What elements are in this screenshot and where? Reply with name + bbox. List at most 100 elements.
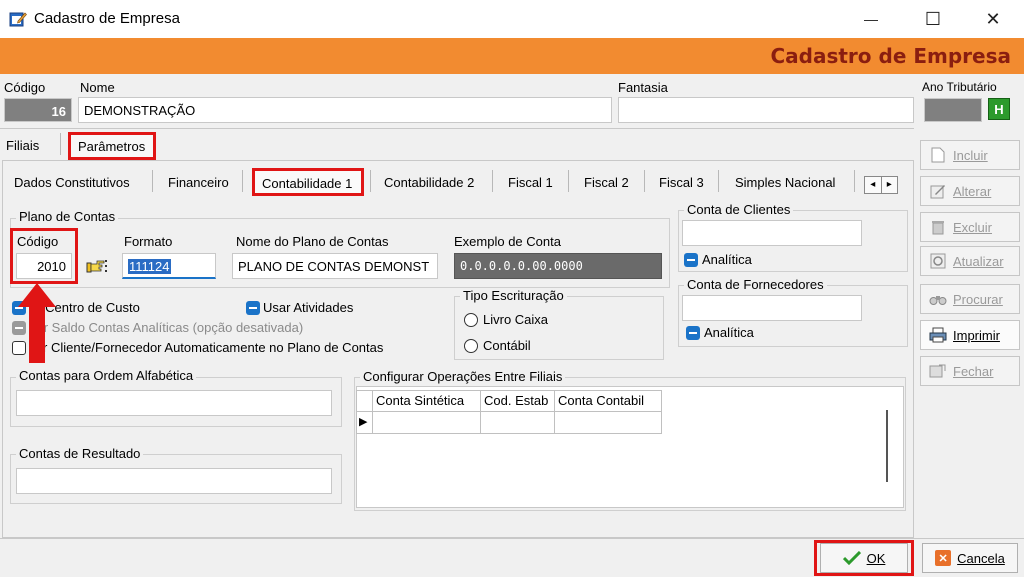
conta-fornecedores-title: Conta de Fornecedores (684, 277, 827, 292)
checkmark-icon (842, 551, 861, 565)
row-indicator-icon: ▶ (359, 416, 368, 428)
bottom-divider (0, 538, 1024, 539)
saldo-label: var Saldo Contas Analíticas (opção desat… (30, 320, 304, 335)
cancela-button[interactable]: ✕ Cancela (922, 543, 1018, 573)
tab-separator (854, 170, 855, 192)
col-conta-sintetica[interactable]: Conta Sintética (376, 393, 464, 408)
maximize-icon: ☐ (924, 8, 942, 29)
codigo-plano-field[interactable]: 2010 (16, 253, 72, 279)
tab-separator (60, 133, 61, 155)
binoculars-icon (929, 290, 947, 308)
nome-plano-label: Nome do Plano de Contas (236, 234, 389, 249)
tab-scroll-left-icon[interactable]: ◂ (865, 177, 882, 193)
tab-separator (718, 170, 719, 192)
contas-resultado-title: Contas de Resultado (16, 446, 144, 461)
tab-contabilidade-2[interactable]: Contabilidade 2 (384, 175, 474, 190)
contas-resultado-field[interactable] (16, 468, 332, 494)
refresh-icon (929, 252, 947, 270)
tab-fiscal-1[interactable]: Fiscal 1 (508, 175, 553, 190)
tab-separator (644, 170, 645, 192)
clientes-analitica-checkbox[interactable] (684, 253, 698, 267)
ano-tributario-field[interactable] (924, 98, 982, 122)
red-arrow-icon (18, 283, 56, 363)
imprimir-button[interactable]: Imprimir (920, 320, 1020, 350)
fornecedores-analitica-label: Analítica (704, 325, 754, 340)
procurar-button[interactable]: Procurar (920, 284, 1020, 314)
minimize-icon: — (864, 11, 878, 27)
tab-scroll-right-icon[interactable]: ▸ (882, 177, 898, 193)
grid-col-line (372, 390, 373, 434)
header-banner: Cadastro de Empresa (0, 38, 1024, 74)
conta-clientes-field[interactable] (682, 220, 862, 246)
lookup-plano-button[interactable] (84, 254, 110, 278)
clientes-analitica-label: Analítica (702, 252, 752, 267)
minimize-button[interactable]: — (848, 0, 894, 38)
tab-contabilidade-1[interactable]: Contabilidade 1 (262, 176, 352, 191)
trash-icon (929, 218, 947, 236)
close-button[interactable]: ✕ (970, 0, 1016, 38)
pointing-hand-icon (86, 260, 107, 273)
tab-separator (492, 170, 493, 192)
tab-filiais[interactable]: Filiais (6, 138, 39, 153)
fornecedores-analitica-checkbox[interactable] (686, 326, 700, 340)
title-bar: Cadastro de Empresa — ☐ ✕ (0, 0, 1024, 38)
codigo-label: Código (4, 80, 46, 95)
codigo-plano-label: Código (17, 234, 59, 249)
tab-financeiro[interactable]: Financeiro (168, 175, 229, 190)
tab-simples-nacional[interactable]: Simples Nacional (735, 175, 835, 190)
tipo-escrituracao-title: Tipo Escrituração (460, 288, 567, 303)
maximize-button[interactable]: ☐ (910, 0, 956, 38)
tab-dados-constitutivos[interactable]: Dados Constitutivos (14, 175, 130, 190)
fechar-button[interactable]: Fechar (920, 356, 1020, 386)
tab-fiscal-2[interactable]: Fiscal 2 (584, 175, 629, 190)
incluir-button[interactable]: Incluir (920, 140, 1020, 170)
tab-separator (568, 170, 569, 192)
edit-pencil-icon (929, 182, 947, 200)
nome-field[interactable]: DEMONSTRAÇÃO (78, 97, 612, 123)
app-edit-icon (9, 12, 27, 27)
grid-col-line (554, 390, 555, 434)
tab-parametros[interactable]: Parâmetros (78, 139, 145, 154)
conta-fornecedores-field[interactable] (682, 295, 862, 321)
grid-scrollbar[interactable] (886, 410, 888, 482)
col-conta-contabil[interactable]: Conta Contabil (558, 393, 644, 408)
tab-separator (152, 170, 153, 192)
plano-contas-title: Plano de Contas (16, 209, 119, 224)
col-cod-estab[interactable]: Cod. Estab (484, 393, 548, 408)
atividades-checkbox[interactable] (246, 301, 260, 315)
ano-tributario-label: Ano Tributário (922, 80, 997, 94)
excluir-button[interactable]: Excluir (920, 212, 1020, 242)
new-document-icon (929, 146, 947, 164)
livro-caixa-radio[interactable] (464, 313, 478, 327)
banner-title: Cadastro de Empresa (770, 44, 1011, 68)
window-title: Cadastro de Empresa (34, 10, 180, 27)
formato-field[interactable]: 111124 (122, 253, 216, 279)
alterar-button[interactable]: Alterar (920, 176, 1020, 206)
codigo-empresa-field[interactable]: 16 (4, 98, 72, 122)
close-door-icon (929, 362, 947, 380)
tab-scroll-control: ◂ ▸ (864, 176, 898, 194)
tab-separator (242, 170, 243, 192)
incluir-label: luir Cliente/Fornecedor Automaticamente … (30, 340, 384, 355)
close-icon: ✕ (985, 8, 1001, 29)
operacoes-title: Configurar Operações Entre Filiais (360, 369, 566, 384)
contabil-radio[interactable] (464, 339, 478, 353)
exemplo-conta-field: 0.0.0.0.0.00.0000 (454, 253, 662, 279)
atividades-label: Usar Atividades (263, 300, 354, 315)
tabs-divider (0, 128, 914, 129)
tab-fiscal-3[interactable]: Fiscal 3 (659, 175, 704, 190)
fantasia-field[interactable] (618, 97, 914, 123)
cancel-x-icon: ✕ (935, 550, 952, 566)
contabil-label: Contábil (483, 338, 531, 353)
atualizar-button[interactable]: Atualizar (920, 246, 1020, 276)
nome-label: Nome (80, 80, 115, 95)
exemplo-conta-label: Exemplo de Conta (454, 234, 561, 249)
nome-plano-field[interactable]: PLANO DE CONTAS DEMONST (232, 253, 438, 279)
contas-ordem-field[interactable] (16, 390, 332, 416)
grid-col-line (480, 390, 481, 434)
formato-selected-text: 111124 (128, 259, 171, 274)
tab-separator (370, 170, 371, 192)
printer-icon (929, 326, 947, 344)
ok-button[interactable]: OK (820, 543, 908, 573)
ano-help-button[interactable]: H (988, 98, 1010, 120)
